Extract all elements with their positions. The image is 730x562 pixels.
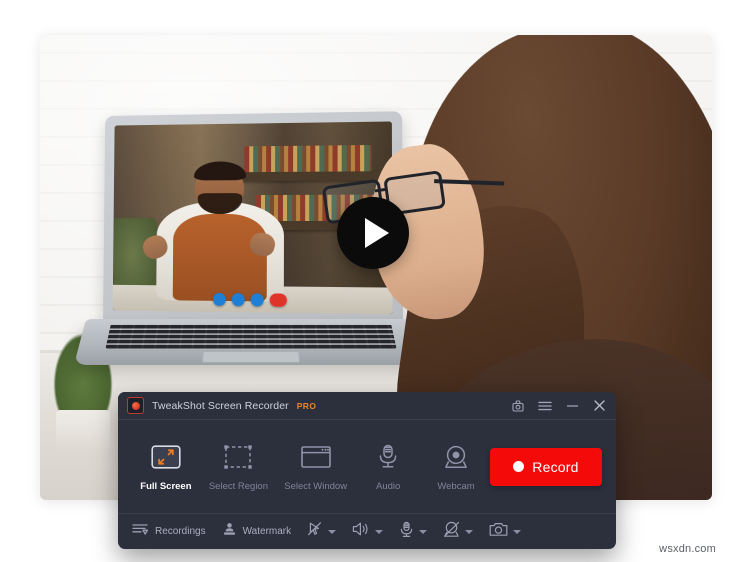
speaker-toggle[interactable]	[352, 521, 384, 542]
screenshot-root: TweakShot Screen Recorder PRO Full Scree…	[0, 0, 730, 562]
camera-icon	[489, 522, 508, 542]
mode-webcam[interactable]: Webcam	[422, 442, 490, 492]
speaker-dropdown-caret[interactable]	[375, 529, 384, 534]
video-call-controls	[212, 292, 287, 307]
record-dot-icon	[513, 461, 525, 472]
recordings-button[interactable]: Recordings	[132, 522, 206, 541]
camera-toggle[interactable]	[489, 522, 522, 542]
webcam-dropdown-caret[interactable]	[465, 529, 474, 534]
bottom-toolbar: Recordings Watermark	[118, 514, 616, 549]
microphone-icon	[377, 442, 399, 472]
cursor-disabled-icon	[307, 521, 323, 542]
capture-modes-row: Full Screen Select Region Select Window …	[118, 420, 616, 514]
mode-label: Select Window	[284, 480, 348, 492]
select-region-icon	[224, 442, 253, 472]
recorder-window: TweakShot Screen Recorder PRO Full Scree…	[118, 392, 616, 549]
mode-label: Select Region	[208, 480, 268, 492]
microphone-icon	[399, 521, 414, 543]
speaker-icon	[352, 521, 370, 542]
laptop-keyboard-base	[73, 319, 429, 365]
laptop-keys	[105, 324, 397, 349]
webcam-icon	[443, 442, 469, 472]
record-button-label: Record	[532, 458, 579, 475]
call-volume-icon[interactable]	[250, 293, 264, 307]
cursor-disabled-toggle[interactable]	[307, 521, 337, 542]
mode-audio[interactable]: Audio	[354, 442, 422, 492]
books-upper	[244, 145, 372, 173]
call-hangup-icon[interactable]	[269, 293, 287, 307]
mode-select-region[interactable]: Select Region	[200, 442, 277, 492]
close-icon[interactable]	[592, 399, 606, 413]
presenter-vest	[172, 213, 267, 302]
record-button[interactable]: Record	[489, 447, 602, 486]
site-watermark: wsxdn.com	[659, 543, 716, 555]
play-icon[interactable]	[337, 197, 409, 269]
camera-dropdown-caret[interactable]	[513, 529, 522, 534]
watermark-button[interactable]: Watermark	[222, 522, 292, 542]
watermark-stamp-icon	[222, 522, 237, 542]
webcam-disabled-toggle[interactable]	[443, 521, 474, 543]
mode-label: Webcam	[437, 480, 475, 492]
microphone-dropdown-caret[interactable]	[419, 529, 428, 534]
pro-badge: PRO	[296, 400, 317, 411]
title-bar: TweakShot Screen Recorder PRO	[118, 392, 616, 420]
laptop-trackpad	[201, 351, 301, 363]
watermark-label: Watermark	[242, 526, 292, 537]
minimize-icon[interactable]	[565, 399, 579, 413]
bookshelf-upper	[239, 171, 381, 182]
recordings-list-icon	[132, 522, 149, 541]
app-logo-icon	[127, 397, 144, 414]
title-bar-actions	[511, 399, 606, 413]
full-screen-icon	[151, 442, 181, 472]
call-mic-icon[interactable]	[231, 293, 245, 307]
plant-pot	[56, 410, 110, 454]
cursor-dropdown-caret[interactable]	[328, 529, 337, 534]
mode-full-screen[interactable]: Full Screen	[132, 442, 200, 492]
select-window-icon	[300, 442, 331, 472]
app-title: TweakShot Screen Recorder	[152, 399, 289, 412]
screenshot-camera-icon[interactable]	[511, 399, 525, 413]
webcam-disabled-icon	[443, 521, 460, 543]
recordings-label: Recordings	[155, 526, 206, 537]
call-video-icon[interactable]	[212, 292, 226, 307]
mode-select-window[interactable]: Select Window	[277, 442, 354, 492]
hamburger-menu-icon[interactable]	[538, 399, 552, 413]
mode-label: Audio	[376, 480, 401, 492]
microphone-toggle[interactable]	[399, 521, 428, 543]
mode-label: Full Screen	[140, 480, 192, 492]
